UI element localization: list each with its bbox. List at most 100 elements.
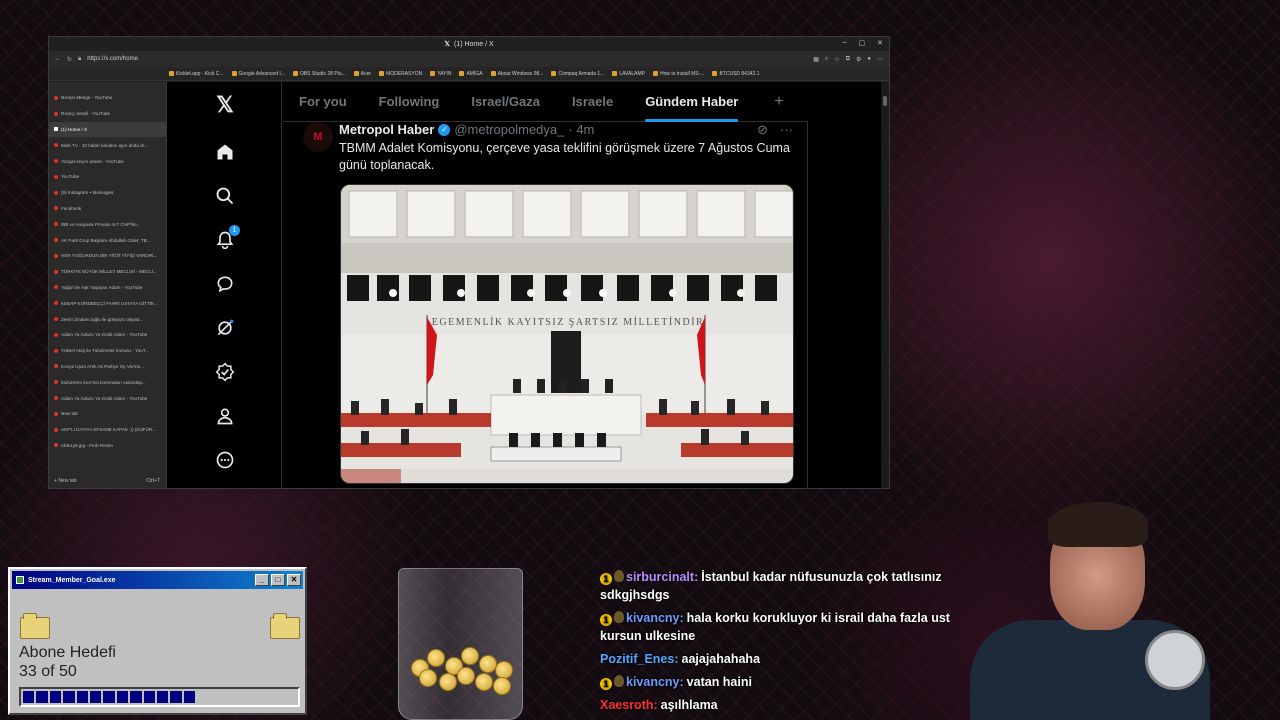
close-button[interactable]: ✕ (877, 39, 883, 47)
profile-avatar-icon[interactable]: ● (867, 56, 871, 63)
bell-icon[interactable]: 1 (212, 225, 240, 253)
chat-message: Pozitif_Enes: aajajahahaha (600, 650, 980, 668)
add-tab-button[interactable]: + (754, 82, 797, 122)
bookmark-item[interactable]: AMİGA (459, 71, 483, 77)
bookmark-item[interactable]: BTCUSD 84342.1 (712, 71, 759, 77)
bookmark-item[interactable]: MODERASYON (379, 71, 422, 77)
bookmark-item[interactable]: YAYIN (430, 71, 451, 77)
bookmark-favicon-icon (712, 71, 718, 76)
tab-for-you[interactable]: For you (283, 82, 363, 122)
browser-tab[interactable]: Yoğurt ile Aşk Yaşayan Adam - YouTube (49, 280, 166, 296)
post-author-name[interactable]: Metropol Haber (339, 122, 434, 137)
browser-tab[interactable]: HER YOĞURDUN BİR YİĞİT YİYİŞİ VARDIR... (49, 248, 166, 264)
bookmark-item[interactable]: How to install MS-... (652, 71, 704, 77)
subscriber-badge-icon: 1 (600, 573, 612, 585)
bookmark-item[interactable]: Acer (353, 71, 371, 77)
browser-tab[interactable]: Nevşin Mengü - YouTube (49, 90, 166, 106)
minimize-button[interactable]: – (843, 39, 847, 47)
extensions-icon[interactable]: ⧉ (846, 56, 850, 63)
browser-tab[interactable]: Multi TV - 10 haber kanalını aynı anda i… (49, 137, 166, 153)
x-logo-icon[interactable]: 𝕏 (212, 92, 238, 118)
browser-tab[interactable]: (9) Instagram • Messages (49, 185, 166, 201)
tab-title: Zerrin Zindancıoğlu ile gökyüzü olaylar.… (61, 316, 144, 322)
bookmark-item[interactable]: Google Advanced I... (231, 71, 285, 77)
tab-favicon-icon (54, 190, 58, 195)
new-tab-button[interactable]: + New tab (54, 478, 77, 484)
search-icon[interactable] (212, 183, 238, 209)
browser-tab[interactable]: AK Parti Grup Başkanı Abdullah Güler, TB… (49, 232, 166, 248)
browser-tab[interactable]: rdde1y9.jpg - Frob Resim (49, 438, 166, 454)
bookmark-item[interactable]: OBS Studio 28 Plu... (292, 71, 346, 77)
chat-username[interactable]: sirburcinalt: (626, 570, 698, 584)
browser-tab[interactable]: Muharrem İnce'nin korumaları vatandaş... (49, 374, 166, 390)
timeline-feed: M Metropol Haber ✓ @metropolmedya_ · 4m … (283, 122, 808, 488)
grok-post-icon[interactable]: ⊘ (757, 122, 768, 138)
browser-tab[interactable]: İBB ve Anayasa Provası mı? CHP'lile... (49, 216, 166, 232)
browser-tab[interactable]: Facebook (49, 201, 166, 217)
bookmark-item[interactable]: Kicklet.app - Kick C... (169, 71, 224, 77)
chat-username[interactable]: kivancny: (626, 611, 684, 625)
tab-following[interactable]: Following (363, 82, 456, 122)
messages-icon[interactable] (212, 271, 238, 297)
browser-tab[interactable]: AKP'Lİ DAYIYA EFSANE KAPAK :)) (KÜFÜR... (49, 422, 166, 438)
post-time[interactable]: · 4m (568, 122, 594, 137)
browser-tab[interactable]: Adam Ya Adamı Ya Geldi Adam - YouTube (49, 327, 166, 343)
browser-tab[interactable]: Konya Uşan Artık Ak Partiye Oy Verme... (49, 359, 166, 375)
star-icon[interactable]: ☆ (834, 56, 839, 63)
browser-tab[interactable]: Zerrin Zindancıoğlu ile gökyüzü olaylar.… (49, 311, 166, 327)
bookmark-item[interactable]: Compaq Armada 1... (551, 71, 604, 77)
browser-tab[interactable]: YouTube (49, 169, 166, 185)
grok-icon[interactable] (212, 315, 238, 341)
progress-segment (103, 691, 115, 703)
tab-title: Rockçı Serpil - YouTube (61, 111, 111, 117)
coin (457, 667, 475, 685)
page-scrollbar[interactable] (881, 82, 889, 488)
refresh-icon[interactable]: ↻ (67, 56, 72, 63)
avatar[interactable]: M (303, 122, 333, 152)
tab-title: AKP'Lİ DAYIYA EFSANE KAPAK :)) (KÜFÜR... (61, 427, 157, 433)
browser-tab[interactable]: TÜRKİYE BÜYÜK MİLLET MECLİSİ - MECLİ... (49, 264, 166, 280)
w98-maximize-button[interactable]: □ (271, 574, 285, 586)
tab-israel-gaza[interactable]: Israel/Gaza (455, 82, 556, 122)
maximize-button[interactable]: ▢ (859, 39, 866, 47)
more-icon[interactable] (212, 447, 238, 473)
webcam-feed (930, 500, 1220, 720)
tab-israele[interactable]: Israele (556, 82, 629, 122)
w98-minimize-button[interactable]: _ (255, 574, 269, 586)
grid-icon[interactable]: ▦ (813, 56, 819, 63)
url-field[interactable]: https://x.com/home (87, 56, 138, 62)
post-handle[interactable]: @metropolmedya_ (454, 122, 564, 137)
chat-username[interactable]: Xaesroth: (600, 698, 658, 712)
profile-icon[interactable] (212, 403, 238, 429)
tab-gundem-haber[interactable]: Gündem Haber (629, 82, 754, 122)
tab-favicon-icon (54, 364, 58, 369)
back-icon[interactable]: ← (55, 56, 61, 62)
browser-tab[interactable]: New tab (49, 406, 166, 422)
window-title: (1) Home / X (453, 40, 494, 48)
tab-favicon-icon (54, 143, 58, 148)
progress-segment (116, 691, 129, 703)
bookmark-favicon-icon (459, 71, 465, 76)
tab-favicon-icon (54, 159, 58, 164)
bookmark-item[interactable]: LAVALAMP (612, 71, 645, 77)
subscriber-goal-widget: Stream_Member_Goal.exe _ □ ✕ Abone Hedef… (8, 567, 307, 715)
browser-tab[interactable]: Yüksel Ataş ile Tubelmeler konusu - YouT… (49, 343, 166, 359)
bookmark-item[interactable]: About Windows 98... (490, 71, 543, 77)
settings-icon[interactable]: ⚙ (856, 56, 861, 63)
post-image[interactable]: EGEMENLİK KAYITSIZ ŞARTSIZ MİLLETİNDİR (340, 184, 794, 484)
browser-tab[interactable]: Adam Ya Adamı Ya Geldi Adam - YouTube (49, 390, 166, 406)
browser-tab[interactable]: (1) Home / X (49, 121, 166, 138)
chat-username[interactable]: kivancny: (626, 675, 684, 689)
menu-icon[interactable]: ⋯ (877, 56, 883, 63)
browser-tab[interactable]: KEBAP KORDBEÇÇİ FAHRİ USTAYA GİTTİK... (49, 295, 166, 311)
tab-title: İBB ve Anayasa Provası mı? CHP'lile... (61, 221, 141, 227)
coin (493, 677, 511, 695)
post-more-icon[interactable]: ··· (780, 122, 793, 138)
browser-tab[interactable]: Yozgat seçim anketi - YouTube (49, 153, 166, 169)
zoom-icon[interactable]: ⌕ (825, 56, 828, 63)
browser-tab[interactable]: Rockçı Serpil - YouTube (49, 106, 166, 122)
chat-username[interactable]: Pozitif_Enes: (600, 652, 679, 666)
w98-close-button[interactable]: ✕ (287, 574, 301, 586)
home-icon[interactable] (212, 139, 238, 165)
verified-icon[interactable] (212, 359, 238, 385)
